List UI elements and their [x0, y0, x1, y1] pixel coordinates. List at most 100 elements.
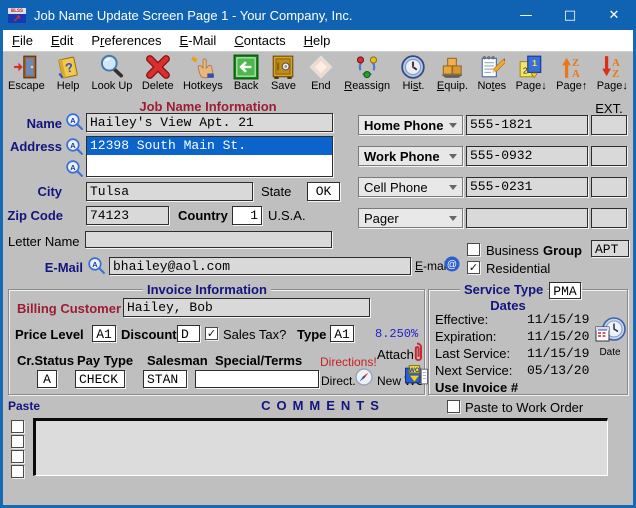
menu-item-email[interactable]: E -Mail: [170, 30, 225, 51]
menu-item-edit[interactable]: Edit: [42, 30, 82, 51]
service-type-field[interactable]: PMA: [549, 282, 581, 299]
toolbar-button-history[interactable]: Hist.: [399, 53, 427, 93]
phone-ext-field-2[interactable]: [591, 146, 627, 166]
sales-tax-checkbox[interactable]: ✓: [205, 327, 218, 340]
svg-text:WO: WO: [409, 367, 420, 374]
minimize-button[interactable]: —: [504, 0, 548, 30]
phone-type-dropdown-2[interactable]: Work Phone: [358, 146, 463, 166]
email-lookup-icon[interactable]: A: [87, 256, 106, 275]
svg-text:A: A: [92, 260, 98, 269]
expiration-value: 11/15/20: [527, 329, 590, 344]
salesman-field[interactable]: STAN: [143, 370, 187, 388]
city-field[interactable]: Tulsa: [86, 182, 253, 201]
toolbar-button-equipment[interactable]: Equip.: [437, 53, 468, 93]
phone-ext-field-1[interactable]: [591, 115, 627, 135]
toolbar-button-hotkeys[interactable]: Hotkeys: [183, 53, 223, 93]
chevron-down-icon: [449, 215, 457, 221]
app-icon[interactable]: BLSS ↗: [8, 7, 26, 25]
use-invoice-label[interactable]: Use Invoice #: [435, 380, 518, 395]
toolbar-button-pagedown[interactable]: 21 Page↓: [516, 53, 547, 93]
price-level-field[interactable]: A1: [92, 325, 116, 342]
emails-at-icon[interactable]: @: [444, 256, 460, 272]
toolbar-button-back[interactable]: Back: [232, 53, 260, 93]
residential-checkbox[interactable]: ✓: [467, 261, 480, 274]
cr-status-field[interactable]: A: [37, 370, 57, 388]
safe-icon: [270, 53, 296, 80]
address-lookup2-icon[interactable]: A: [65, 159, 84, 178]
toolbar-button-escape[interactable]: Escape: [8, 53, 45, 93]
phone-type-dropdown-3[interactable]: Cell Phone: [358, 177, 463, 197]
new-workorder-icon[interactable]: WO: [405, 365, 428, 386]
zipcode-field[interactable]: 74123: [86, 206, 169, 225]
billing-customer-label: Billing Customer: [17, 301, 122, 316]
address-lookup-icon[interactable]: A: [65, 137, 84, 156]
type-field[interactable]: A1: [330, 325, 354, 342]
group-field[interactable]: APT: [591, 240, 629, 257]
paste-to-work-order-checkbox[interactable]: [447, 400, 460, 413]
direct-label[interactable]: Direct.: [321, 374, 356, 389]
letter-name-field[interactable]: [85, 231, 332, 248]
sort-az-down-icon: AZ: [599, 53, 625, 80]
paste-row-checkbox-2[interactable]: [11, 435, 24, 448]
next-service-label: Next Service:: [435, 363, 513, 378]
effective-label: Effective:: [435, 312, 489, 327]
menu-item-preferences[interactable]: Pr eferences: [82, 30, 170, 51]
hotkeys-hand-icon: [190, 53, 216, 80]
toolbar-button-pageup-sort[interactable]: ZA Page↑: [556, 53, 587, 93]
phone-number-field-1[interactable]: 555-1821: [466, 115, 588, 135]
toolbar-button-reassign[interactable]: Reassign: [344, 53, 390, 93]
equipment-boxes-icon: [439, 53, 465, 80]
paste-row-checkbox-1[interactable]: [11, 420, 24, 433]
date-clock-icon[interactable]: [593, 317, 627, 345]
pay-type-label: Pay Type: [77, 353, 134, 368]
paste-row-checkbox-3[interactable]: [11, 450, 24, 463]
address-line-selected[interactable]: 12398 South Main St.: [87, 137, 332, 155]
chevron-down-icon: [449, 184, 457, 190]
comments-title: COMMENTS: [261, 398, 385, 413]
pay-type-field[interactable]: CHECK: [75, 370, 125, 388]
phone-ext-field-4[interactable]: [591, 208, 627, 228]
discount-field[interactable]: D: [177, 325, 200, 342]
paste-label: Paste: [8, 399, 41, 413]
sort-za-up-icon: ZA: [559, 53, 585, 80]
menu-item-contacts[interactable]: Contacts: [225, 30, 294, 51]
phone-ext-field-3[interactable]: [591, 177, 627, 197]
page-down-icon: 21: [518, 53, 544, 80]
attach-label[interactable]: Attach: [377, 347, 414, 362]
toolbar-button-notes[interactable]: Notes: [477, 53, 506, 93]
address-field[interactable]: 12398 South Main St.: [86, 136, 333, 177]
comments-field[interactable]: [33, 418, 608, 476]
close-button[interactable]: ✕: [592, 0, 636, 30]
menu-item-help[interactable]: Help: [295, 30, 340, 51]
business-group-checkbox[interactable]: [467, 243, 480, 256]
phone-number-field-4[interactable]: [466, 208, 588, 228]
name-field[interactable]: Hailey's View Apt. 21: [86, 113, 333, 132]
toolbar-button-end[interactable]: End: [307, 53, 335, 93]
invoice-section-title: Invoice Information: [143, 282, 271, 297]
state-field[interactable]: OK: [307, 182, 340, 201]
paste-row-checkbox-4[interactable]: [11, 465, 24, 478]
attach-paperclip-icon[interactable]: [410, 341, 424, 364]
toolbar-button-lookup[interactable]: Look Up: [91, 53, 132, 93]
toolbar-button-save[interactable]: Save: [269, 53, 297, 93]
phone-number-field-3[interactable]: 555-0231: [466, 177, 588, 197]
toolbar-button-delete[interactable]: Delete: [142, 53, 174, 93]
directions-compass-icon[interactable]: [355, 368, 373, 386]
maximize-button[interactable]: □: [548, 0, 592, 30]
menu-item-file[interactable]: File: [3, 30, 42, 51]
email-field[interactable]: bhailey@aol.com: [109, 257, 411, 275]
phone-number-field-2[interactable]: 555-0932: [466, 146, 588, 166]
special-terms-field[interactable]: [195, 370, 319, 388]
phone-type-dropdown-4[interactable]: Pager: [358, 208, 463, 228]
state-label: State: [261, 184, 292, 199]
toolbar-button-pagedown-sort[interactable]: AZ Page↓: [597, 53, 628, 93]
country-field[interactable]: 1: [232, 206, 262, 225]
delete-x-icon: [145, 53, 171, 80]
history-clock-icon: [400, 53, 426, 80]
name-lookup-icon[interactable]: A: [65, 112, 84, 131]
phone-type-dropdown-1[interactable]: Home Phone: [358, 115, 463, 135]
toolbar-button-help[interactable]: ? Help: [54, 53, 82, 93]
svg-text:A: A: [572, 68, 580, 80]
billing-customer-field[interactable]: Hailey, Bob: [123, 298, 370, 317]
address-label: Address: [9, 139, 62, 154]
